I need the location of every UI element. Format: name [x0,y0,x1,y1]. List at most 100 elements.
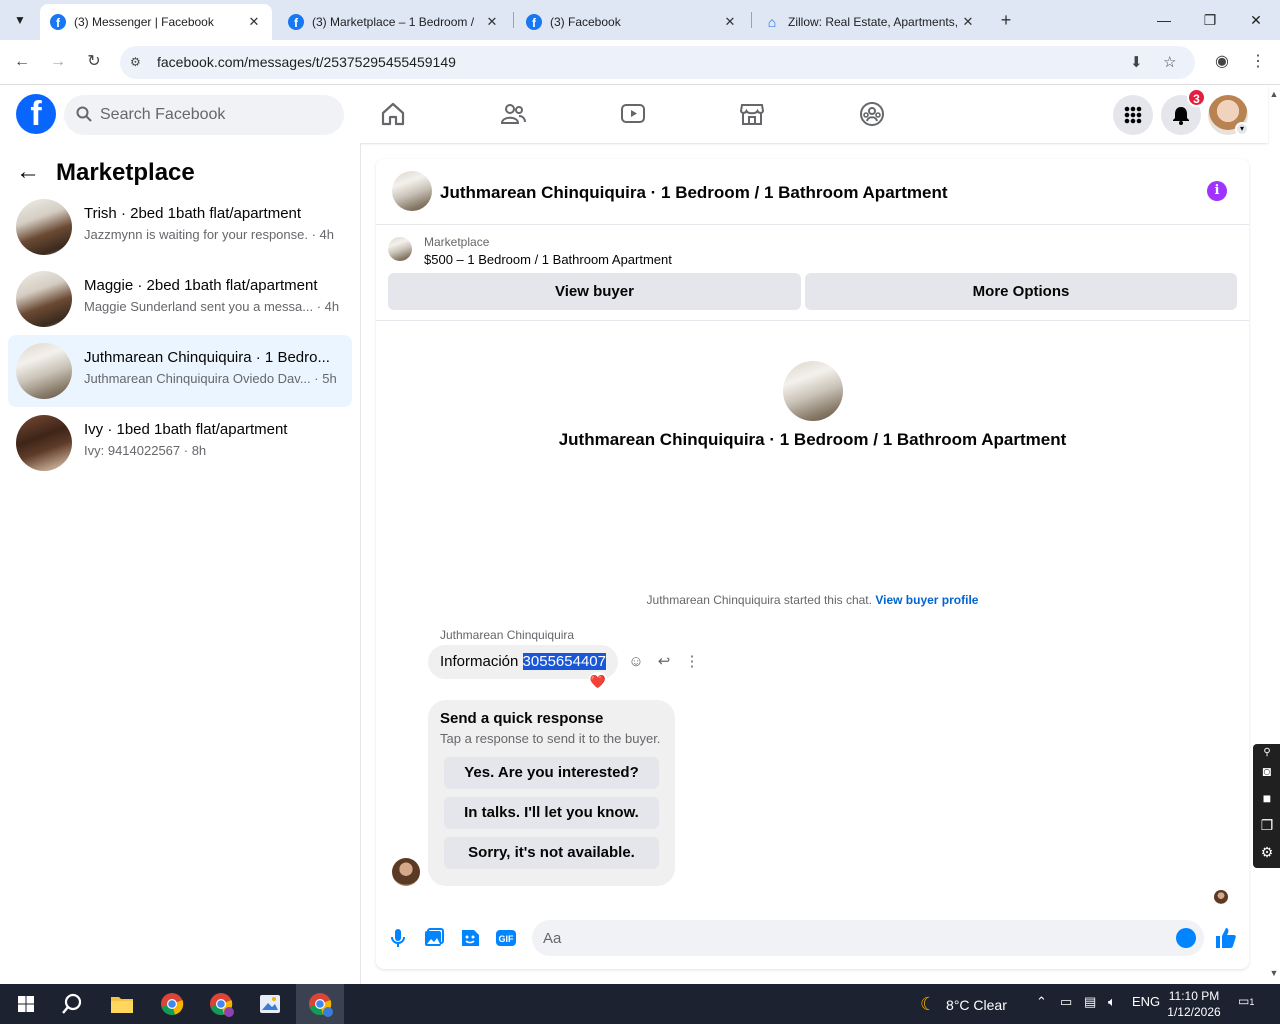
home-icon[interactable] [380,101,406,127]
selected-phone-number[interactable]: 3055654407 [522,653,606,670]
close-tab-icon[interactable]: ✕ [960,14,976,30]
new-tab-icon[interactable]: + [994,8,1018,32]
quick-response-option[interactable]: In talks. I'll let you know. [444,797,659,829]
volume-icon[interactable]: 🔈︎ [1108,994,1116,1010]
tab-title: (3) Facebook [550,15,621,29]
tab-zillow[interactable]: ⌂ Zillow: Real Estate, Apartments, ✕ [754,4,986,40]
close-tab-icon[interactable]: ✕ [484,14,500,30]
conversation-item-active[interactable]: Juthmarean Chinquiquira · 1 Bedro... Jut… [8,335,352,407]
pin-icon[interactable]: ⚲ [1258,744,1276,762]
conversation-preview: Juthmarean Chinquiquira Oviedo Dav... · … [84,371,337,386]
search-icon [76,106,92,122]
weather-widget[interactable]: ☾ 8°C Clear [920,994,1007,1015]
chat-header: Juthmarean Chinquiquira · 1 Bedroom / 1 … [376,159,1249,225]
chevron-down-icon[interactable]: ▾ [1235,122,1249,136]
tab-divider [751,12,752,28]
sender-avatar[interactable] [392,858,420,886]
tray-chevron-icon[interactable]: ⌃ [1036,994,1047,1010]
window-icon[interactable]: ❐ [1258,816,1276,834]
thumbs-up-icon[interactable] [1214,926,1238,950]
bell-icon [1173,107,1189,125]
video-record-icon[interactable]: ■ [1258,789,1276,807]
minimize-icon[interactable]: — [1152,8,1176,32]
react-emoji-icon[interactable]: ☺ [626,652,646,672]
microphone-icon[interactable] [386,926,410,950]
facebook-search[interactable] [64,95,344,135]
close-window-icon[interactable]: ✕ [1244,8,1268,32]
chat-thumbnail[interactable] [392,171,432,211]
tab-search-chevron-icon[interactable]: ▼ [6,6,34,34]
message-input[interactable] [543,920,1163,956]
camera-icon[interactable]: ◙ [1258,762,1276,780]
message-composer[interactable] [532,920,1204,956]
conversation-item[interactable]: Trish · 2bed 1bath flat/apartment Jazzmy… [8,191,352,263]
forward-icon[interactable]: → [46,50,70,74]
tab-messenger[interactable]: f (3) Messenger | Facebook ✕ [40,4,272,40]
site-info-icon[interactable]: ⚙ [130,55,146,71]
chrome-menu-icon[interactable]: ⋮ [1246,50,1270,74]
capture-toolbar: ⚲ ◙ ■ ❐ ⚙ [1253,744,1280,868]
meet-icon[interactable]: ▭ [1060,994,1072,1010]
restore-icon[interactable]: ❐ [1198,8,1222,32]
settings-gear-icon[interactable]: ⚙ [1258,843,1276,861]
install-app-icon[interactable]: ⬇ [1130,53,1143,71]
video-icon[interactable] [620,101,646,127]
close-tab-icon[interactable]: ✕ [246,14,262,30]
facebook-logo-icon[interactable]: f [16,94,56,134]
notification-center-icon[interactable]: ▭1 [1238,994,1258,1014]
scroll-up-icon[interactable]: ▲ [1268,89,1280,101]
address-bar[interactable]: ⚙ facebook.com/messages/t/25375295455459… [120,46,1195,79]
view-buyer-button[interactable]: View buyer [388,273,801,310]
close-tab-icon[interactable]: ✕ [722,14,738,30]
emoji-icon[interactable] [1176,928,1196,948]
conversation-item[interactable]: Maggie · 2bed 1bath flat/apartment Maggi… [8,263,352,335]
back-icon[interactable]: ← [10,50,34,74]
reload-icon[interactable]: ↻ [82,50,106,74]
more-actions-icon[interactable]: ⋮ [682,652,702,672]
listing-category: Marketplace [424,235,490,249]
search-icon[interactable] [58,990,86,1018]
sender-name: Juthmarean Chinquiquira [440,628,575,642]
marketplace-icon[interactable] [739,101,765,127]
conversation-item[interactable]: Ivy · 1bed 1bath flat/apartment Ivy: 941… [8,407,352,479]
listing-thumbnail [388,237,412,261]
url-text[interactable]: facebook.com/messages/t/2537529545545914… [157,54,456,70]
file-explorer-icon[interactable] [108,990,136,1018]
scroll-down-icon[interactable]: ▼ [1268,968,1280,980]
browser-tab-strip: ▼ f (3) Messenger | Facebook ✕ f (3) Mar… [0,0,1280,40]
clock[interactable]: 11:10 PM 1/12/2026 [1160,988,1228,1020]
chrome-icon[interactable] [158,990,186,1018]
groups-icon[interactable] [859,101,885,127]
photos-app-icon[interactable] [256,990,284,1018]
conversation-name: Ivy · 1bed 1bath flat/apartment [84,421,288,438]
more-options-button[interactable]: More Options [805,273,1237,310]
menu-grid-button[interactable] [1113,95,1153,135]
facebook-icon: f [526,14,542,30]
heart-reaction-icon[interactable]: ❤️ [588,672,608,692]
reply-icon[interactable]: ↩ [654,652,674,672]
facebook-icon: f [50,14,66,30]
gif-icon[interactable]: GIF [494,926,518,950]
view-buyer-profile-link[interactable]: View buyer profile [875,593,978,607]
seen-indicator-avatar [1214,890,1228,904]
chrome-profile-icon[interactable] [207,990,235,1018]
tab-facebook[interactable]: f (3) Facebook ✕ [516,4,748,40]
chat-title[interactable]: Juthmarean Chinquiquira · 1 Bedroom / 1 … [440,183,948,203]
quick-response-option[interactable]: Sorry, it's not available. [444,837,659,869]
profile-icon[interactable]: ◉ [1210,50,1234,74]
search-input[interactable] [100,95,330,135]
language-indicator[interactable]: ENG [1132,994,1160,1009]
tab-marketplace[interactable]: f (3) Marketplace – 1 Bedroom / ✕ [278,4,510,40]
quick-response-option[interactable]: Yes. Are you interested? [444,757,659,789]
back-arrow-icon[interactable]: ← [16,157,48,189]
chat-panel: Juthmarean Chinquiquira · 1 Bedroom / 1 … [376,159,1249,969]
chrome-active-icon[interactable] [306,990,334,1018]
sticker-icon[interactable] [458,926,482,950]
friends-icon[interactable] [500,101,526,127]
info-icon[interactable]: i [1207,181,1227,201]
network-icon[interactable]: ▤ [1084,994,1096,1010]
notification-badge: 3 [1187,88,1206,107]
bookmark-star-icon[interactable]: ☆ [1163,53,1176,71]
windows-start-icon[interactable] [12,990,40,1018]
photo-icon[interactable] [422,926,446,950]
